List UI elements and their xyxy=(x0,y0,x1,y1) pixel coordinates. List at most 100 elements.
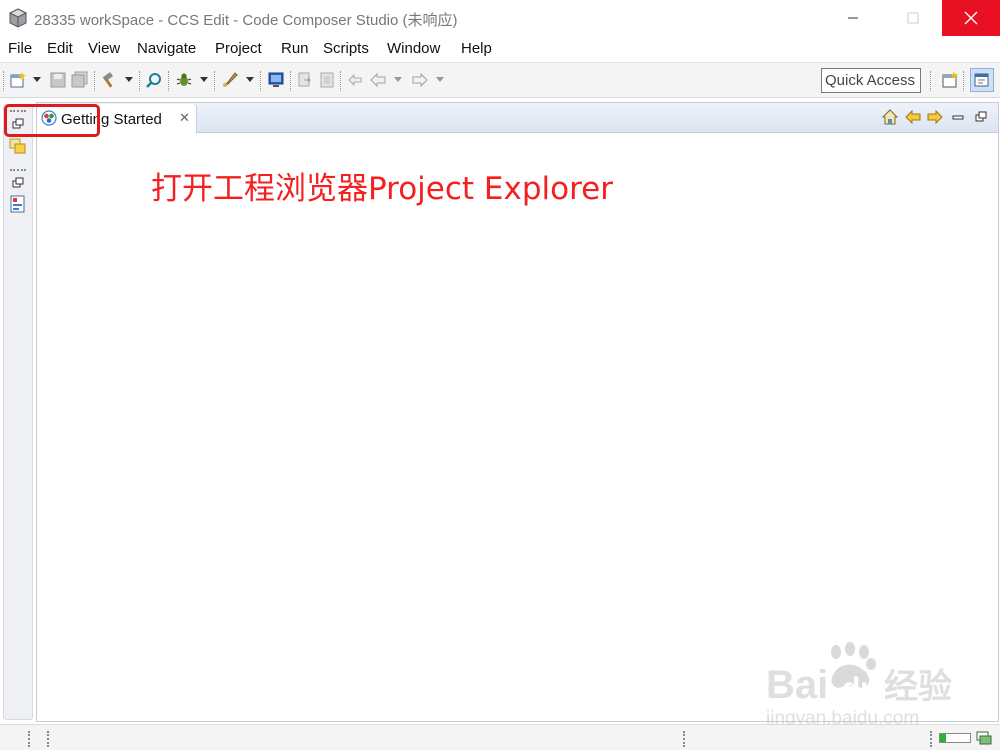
build-button[interactable] xyxy=(100,71,118,89)
status-bar xyxy=(0,724,1000,750)
save-icon xyxy=(50,72,66,88)
save-button[interactable] xyxy=(49,71,67,89)
heap-status-bar[interactable] xyxy=(939,733,971,743)
history-button[interactable] xyxy=(296,71,314,89)
window-title: 28335 workSpace - CCS Edit - Code Compos… xyxy=(34,12,458,29)
search-icon xyxy=(146,73,161,88)
close-icon xyxy=(964,11,978,25)
maximize-button[interactable] xyxy=(890,0,936,36)
menu-help[interactable]: Help xyxy=(461,40,492,57)
restore-view-button[interactable] xyxy=(972,108,990,126)
ccs-edit-perspective-button[interactable] xyxy=(970,68,994,92)
home-button[interactable] xyxy=(881,108,899,126)
annotation-text: 打开工程浏览器Project Explorer xyxy=(151,171,613,207)
status-grip[interactable] xyxy=(28,731,30,747)
forward-dropdown[interactable] xyxy=(436,77,444,82)
flash-dropdown[interactable] xyxy=(246,77,254,82)
flash-icon xyxy=(223,72,238,87)
home-icon xyxy=(882,109,898,125)
menu-window[interactable]: Window xyxy=(387,40,440,57)
tab-getting-started[interactable]: Getting Started ✕ xyxy=(37,104,197,133)
outline-view-button[interactable] xyxy=(8,194,28,214)
menu-file[interactable]: File xyxy=(8,40,32,57)
flash-button[interactable] xyxy=(221,71,239,89)
open-perspective-button[interactable] xyxy=(941,71,959,89)
minimize-icon xyxy=(848,17,858,19)
toolbar-separator xyxy=(260,71,261,91)
prev-edit-button[interactable] xyxy=(346,71,364,89)
restore-icon xyxy=(975,111,987,122)
search-button[interactable] xyxy=(145,71,163,89)
build-dropdown[interactable] xyxy=(125,77,133,82)
back-button[interactable] xyxy=(369,71,387,89)
trim-grip[interactable] xyxy=(10,169,26,171)
main-toolbar: Quick Access xyxy=(0,62,1000,98)
project-explorer-icon xyxy=(9,138,26,154)
close-button[interactable] xyxy=(942,0,1000,36)
menu-bar: File Edit View Navigate Project Run Scri… xyxy=(0,36,1000,62)
progress-view-icon[interactable] xyxy=(976,730,992,746)
menu-run[interactable]: Run xyxy=(281,40,309,57)
getting-started-icon xyxy=(41,110,57,126)
forward-button[interactable] xyxy=(411,71,429,89)
title-bar: 28335 workSpace - CCS Edit - Code Compos… xyxy=(0,0,1000,36)
editor-area: Getting Started ✕ 打开工程浏览器Project Explore… xyxy=(36,102,999,722)
minimize-button[interactable] xyxy=(830,0,876,36)
ccs-edit-perspective-icon xyxy=(974,73,989,87)
maximize-icon xyxy=(907,12,919,24)
debug-button[interactable] xyxy=(175,71,193,89)
toolbar-separator xyxy=(930,71,931,91)
toolbar-separator xyxy=(94,71,95,91)
status-grip[interactable] xyxy=(930,731,932,747)
toolbar-separator xyxy=(290,71,291,91)
status-grip[interactable] xyxy=(683,731,685,747)
toggle-button[interactable] xyxy=(318,71,336,89)
open-perspective-icon xyxy=(942,71,958,88)
forward-icon xyxy=(412,72,428,88)
quick-access-input[interactable]: Quick Access xyxy=(821,68,921,93)
editor-tab-bar: Getting Started ✕ xyxy=(37,103,998,133)
project-explorer-button[interactable] xyxy=(8,136,28,156)
build-icon xyxy=(102,72,113,88)
menu-navigate[interactable]: Navigate xyxy=(137,40,196,57)
new-dropdown[interactable] xyxy=(33,77,41,82)
terminal-icon xyxy=(268,72,284,87)
menu-scripts[interactable]: Scripts xyxy=(323,40,369,57)
tab-close-icon[interactable]: ✕ xyxy=(179,110,190,126)
menu-edit[interactable]: Edit xyxy=(47,40,73,57)
back-button[interactable] xyxy=(904,108,922,126)
new-button[interactable] xyxy=(9,71,27,89)
minimize-icon xyxy=(952,115,964,120)
minimize-view-button[interactable] xyxy=(949,108,967,126)
outline-view-icon xyxy=(10,195,25,213)
debug-icon xyxy=(176,73,192,86)
forward-button[interactable] xyxy=(926,108,944,126)
toolbar-separator xyxy=(963,71,964,91)
toolbar-separator xyxy=(139,71,140,91)
back-dropdown[interactable] xyxy=(394,77,402,82)
new-icon xyxy=(10,72,26,88)
restore-icon xyxy=(12,177,24,188)
save-all-button[interactable] xyxy=(71,71,89,89)
menu-view[interactable]: View xyxy=(88,40,120,57)
terminal-button[interactable] xyxy=(267,71,285,89)
tab-label: Getting Started xyxy=(61,111,162,128)
restore-button[interactable] xyxy=(8,114,28,134)
trim-grip[interactable] xyxy=(10,110,26,112)
toolbar-grip[interactable] xyxy=(3,71,4,91)
left-trim-stack xyxy=(3,104,33,720)
save-all-icon xyxy=(71,71,88,88)
toolbar-separator xyxy=(214,71,215,91)
debug-dropdown[interactable] xyxy=(200,77,208,82)
restore-button[interactable] xyxy=(8,173,28,193)
back-icon xyxy=(370,72,386,88)
forward-icon xyxy=(927,109,943,125)
status-grip[interactable] xyxy=(47,731,49,747)
toggle-icon xyxy=(320,72,334,88)
restore-icon xyxy=(12,118,24,129)
toolbar-separator xyxy=(168,71,169,91)
prev-edit-icon xyxy=(348,73,362,87)
app-cube-icon xyxy=(8,8,28,28)
back-icon xyxy=(905,109,921,125)
menu-project[interactable]: Project xyxy=(215,40,262,57)
